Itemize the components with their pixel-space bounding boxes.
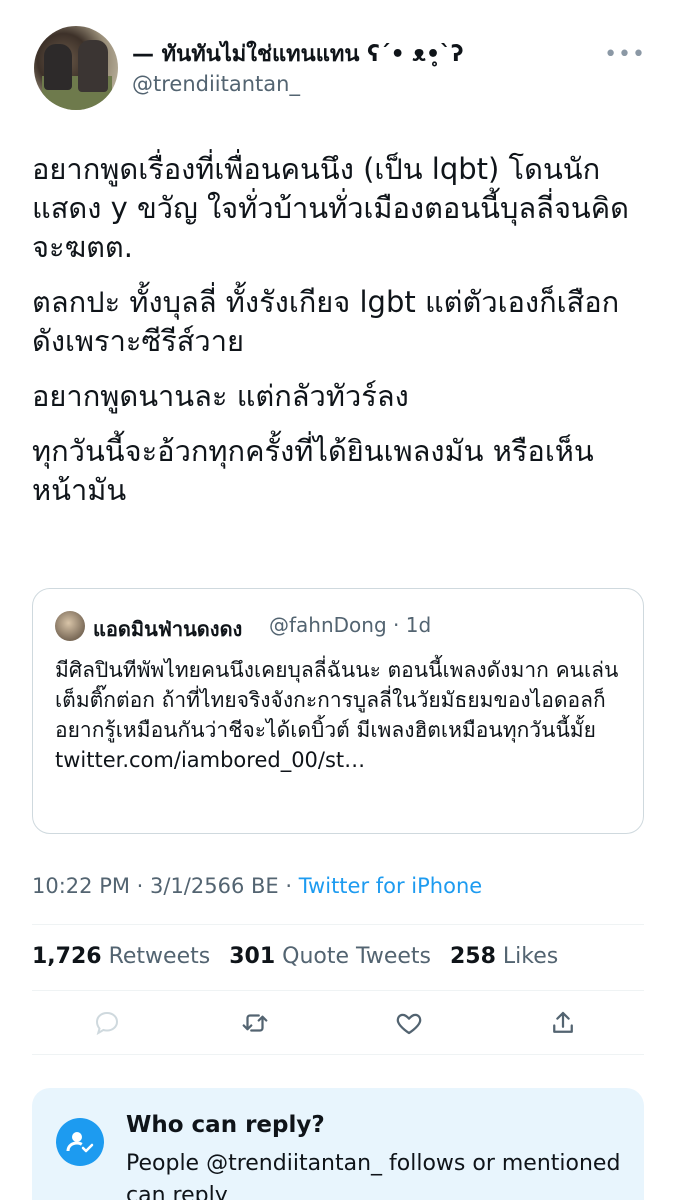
author-display-name[interactable]: — ทันทันไม่ใช่แทนแทน ʕ´• ᴥ•̥`ʔ	[132, 36, 464, 71]
like-icon[interactable]	[394, 1008, 434, 1048]
author-handle[interactable]: @trendiitantan_	[132, 72, 300, 96]
quoted-tweet[interactable]: แอดมินฟ่านดงดง @fahnDong · 1d มีศิลปินที…	[32, 588, 644, 834]
quotes-label: Quote Tweets	[282, 944, 431, 969]
tweet-paragraph: ตลกปะ ทั้งบุลลี่ ทั้งรังเกียจ lgbt แต่ตั…	[32, 285, 620, 358]
retweets-count: 1,726	[32, 944, 102, 969]
reply-settings-icon	[56, 1118, 104, 1166]
retweet-icon[interactable]	[240, 1008, 280, 1048]
quoted-tweet-text: มีศิลปินทีพัพไทยคนนึงเคยบุลลี่ฉันนะ ตอนน…	[55, 658, 619, 772]
quoted-author-name: แอดมินฟ่านดงดง	[93, 617, 243, 641]
reply-icon[interactable]	[92, 1008, 132, 1048]
tweet-actions	[32, 1004, 644, 1048]
divider	[32, 924, 644, 925]
author-avatar[interactable]	[34, 26, 118, 110]
tweet-stats: 1,726 Retweets 301 Quote Tweets 258 Like…	[32, 944, 558, 969]
tweet-header: — ทันทันไม่ใช่แทนแทน ʕ´• ᴥ•̥`ʔ @trendiit…	[34, 26, 654, 116]
timestamp-date: 10:22 PM · 3/1/2566 BE ·	[32, 874, 299, 898]
likes-label: Likes	[502, 944, 559, 969]
tweet-paragraph: อยากพูดนานละ แต่กลัวทัวร์ลง	[32, 379, 409, 413]
retweets-label: Retweets	[108, 944, 211, 969]
tweet-timestamp: 10:22 PM · 3/1/2566 BE · Twitter for iPh…	[32, 874, 482, 898]
quoted-author-meta: @fahnDong · 1d	[269, 613, 432, 637]
more-options-icon[interactable]: •••	[604, 42, 646, 67]
tweet-paragraph: ทุกวันนี้จะอ้วกทุกครั้งที่ได้ยินเพลงมัน …	[32, 434, 594, 507]
quotes-stat[interactable]: 301 Quote Tweets	[229, 944, 431, 969]
tweet-source-link[interactable]: Twitter for iPhone	[299, 874, 483, 898]
who-can-reply-description: People @trendiitantan_ follows or mentio…	[126, 1151, 621, 1200]
likes-stat[interactable]: 258 Likes	[450, 944, 558, 969]
avatar-figure-left	[44, 44, 72, 90]
who-can-reply-title: Who can reply?	[126, 1112, 325, 1138]
quoted-author-avatar	[55, 611, 85, 641]
divider	[32, 1054, 644, 1055]
tweet-paragraph: อยากพูดเรื่องที่เพื่อนคนนึง (เป็น lqbt) …	[32, 152, 629, 264]
quotes-count: 301	[229, 944, 276, 969]
who-can-reply-box: Who can reply? People @trendiitantan_ fo…	[32, 1088, 644, 1200]
avatar-figure-right	[78, 40, 108, 92]
share-icon[interactable]	[548, 1008, 588, 1048]
divider	[32, 990, 644, 991]
likes-count: 258	[449, 944, 496, 969]
retweets-stat[interactable]: 1,726 Retweets	[32, 944, 210, 969]
tweet-text: อยากพูดเรื่องที่เพื่อนคนนึง (เป็น lqbt) …	[32, 150, 644, 526]
